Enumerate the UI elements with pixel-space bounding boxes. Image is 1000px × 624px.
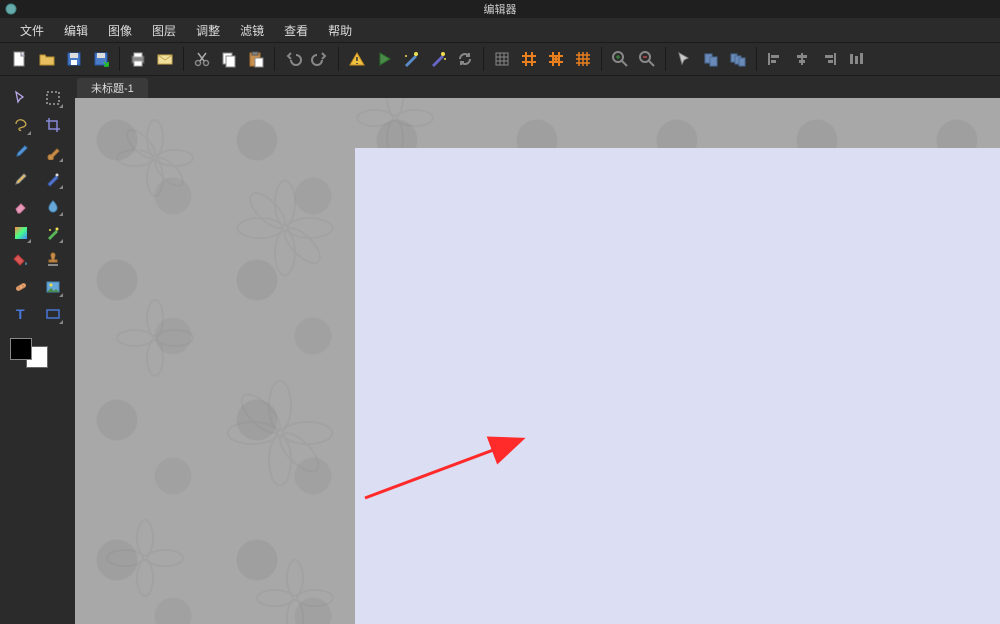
crop-multi-2-button[interactable] xyxy=(726,47,750,71)
wizard-button-1[interactable] xyxy=(399,47,423,71)
grid-button[interactable] xyxy=(490,47,514,71)
menu-view[interactable]: 查看 xyxy=(274,18,318,43)
pen-tool[interactable] xyxy=(42,168,64,190)
brush-tool[interactable] xyxy=(42,141,64,163)
copy-button[interactable] xyxy=(217,47,241,71)
photo-tool[interactable] xyxy=(42,276,64,298)
color-swatches[interactable] xyxy=(6,338,69,368)
email-button[interactable] xyxy=(153,47,177,71)
redo-button[interactable] xyxy=(308,47,332,71)
blur-tool[interactable] xyxy=(42,195,64,217)
grid-orange-1-button[interactable] xyxy=(517,47,541,71)
menu-image[interactable]: 图像 xyxy=(98,18,142,43)
menu-bar: 文件 编辑 图像 图层 调整 滤镜 查看 帮助 xyxy=(0,18,1000,42)
heal-tool[interactable] xyxy=(10,276,32,298)
title-bar: 编辑器 xyxy=(0,0,1000,18)
canvas-viewport[interactable] xyxy=(75,98,1000,624)
menu-edit[interactable]: 编辑 xyxy=(54,18,98,43)
svg-text:T: T xyxy=(16,306,25,322)
bucket-tool[interactable] xyxy=(10,249,32,271)
canvas-document[interactable] xyxy=(355,148,1000,624)
undo-button[interactable] xyxy=(281,47,305,71)
paste-button[interactable] xyxy=(244,47,268,71)
pointer-tool-button[interactable] xyxy=(672,47,696,71)
align-right-button[interactable] xyxy=(817,47,841,71)
shape-tool[interactable] xyxy=(42,303,64,325)
menu-filter[interactable]: 滤镜 xyxy=(230,18,274,43)
wizard-button-2[interactable] xyxy=(426,47,450,71)
window-title: 编辑器 xyxy=(484,1,517,17)
wand-tool[interactable] xyxy=(42,222,64,244)
eraser-tool[interactable] xyxy=(10,195,32,217)
grid-orange-2-button[interactable] xyxy=(544,47,568,71)
document-tab[interactable]: 未标题-1 xyxy=(77,78,148,98)
text-tool[interactable]: T xyxy=(10,303,32,325)
refresh-button[interactable] xyxy=(453,47,477,71)
app-icon xyxy=(4,2,18,16)
stamp-tool[interactable] xyxy=(42,249,64,271)
warning-button[interactable] xyxy=(345,47,369,71)
zoom-out-button[interactable] xyxy=(635,47,659,71)
save-as-button[interactable] xyxy=(89,47,113,71)
tool-palette: T xyxy=(0,76,75,624)
crop-multi-1-button[interactable] xyxy=(699,47,723,71)
canvas-area: 未标题-1 xyxy=(75,76,1000,624)
lasso-tool[interactable] xyxy=(10,114,32,136)
zoom-in-button[interactable] xyxy=(608,47,632,71)
distribute-button[interactable] xyxy=(844,47,868,71)
new-file-button[interactable] xyxy=(8,47,32,71)
menu-help[interactable]: 帮助 xyxy=(318,18,362,43)
grid-orange-3-button[interactable] xyxy=(571,47,595,71)
crop-tool[interactable] xyxy=(42,114,64,136)
document-tabs: 未标题-1 xyxy=(75,76,1000,98)
open-folder-button[interactable] xyxy=(35,47,59,71)
gradient-tool[interactable] xyxy=(10,222,32,244)
foreground-color-swatch[interactable] xyxy=(10,338,32,360)
cut-button[interactable] xyxy=(190,47,214,71)
menu-adjust[interactable]: 调整 xyxy=(186,18,230,43)
menu-file[interactable]: 文件 xyxy=(10,18,54,43)
menu-layer[interactable]: 图层 xyxy=(142,18,186,43)
marquee-tool[interactable] xyxy=(42,87,64,109)
main-toolbar xyxy=(0,42,1000,76)
save-button[interactable] xyxy=(62,47,86,71)
pencil-tool[interactable] xyxy=(10,168,32,190)
print-button[interactable] xyxy=(126,47,150,71)
align-left-button[interactable] xyxy=(763,47,787,71)
eyedropper-tool[interactable] xyxy=(10,141,32,163)
selection-tool[interactable] xyxy=(10,87,32,109)
align-center-button[interactable] xyxy=(790,47,814,71)
play-button[interactable] xyxy=(372,47,396,71)
